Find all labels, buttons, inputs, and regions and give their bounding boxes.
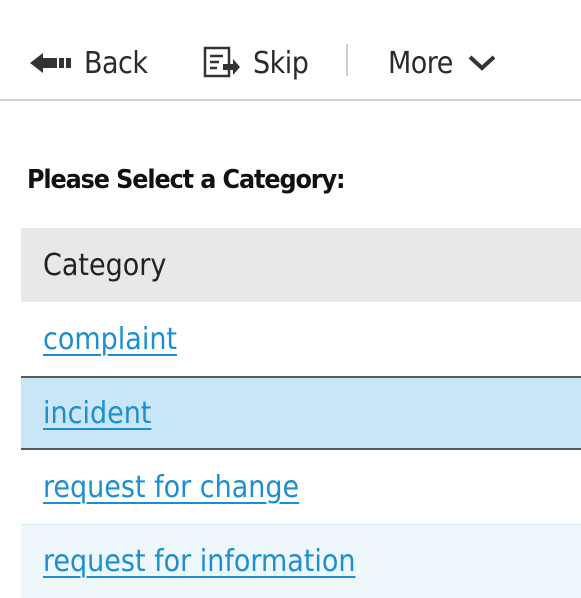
toolbar-separator (346, 44, 348, 76)
arrow-left-icon (30, 52, 72, 74)
back-label: Back (84, 45, 148, 81)
skip-icon (203, 46, 241, 80)
category-link-request-for-information[interactable]: request for information (43, 544, 355, 579)
more-label: More (388, 45, 453, 81)
chevron-down-icon (467, 54, 497, 72)
column-header-category[interactable]: Category (21, 228, 581, 302)
page-heading: Please Select a Category: (27, 165, 346, 195)
table-row[interactable]: request for information (21, 524, 581, 598)
skip-button[interactable]: Skip (203, 38, 309, 88)
category-link-request-for-change[interactable]: request for change (43, 470, 299, 505)
table-row[interactable]: request for change (21, 450, 581, 524)
toolbar: Back Skip More (0, 0, 581, 101)
category-link-incident[interactable]: incident (43, 396, 151, 431)
table-row[interactable]: incident (21, 376, 581, 450)
category-link-complaint[interactable]: complaint (43, 322, 177, 357)
column-header-label: Category (43, 247, 167, 283)
category-grid: Category complaint incident request for … (21, 228, 581, 598)
back-button[interactable]: Back (30, 38, 148, 88)
more-menu-button[interactable]: More (388, 38, 497, 88)
table-row[interactable]: complaint (21, 302, 581, 376)
skip-label: Skip (253, 45, 309, 81)
